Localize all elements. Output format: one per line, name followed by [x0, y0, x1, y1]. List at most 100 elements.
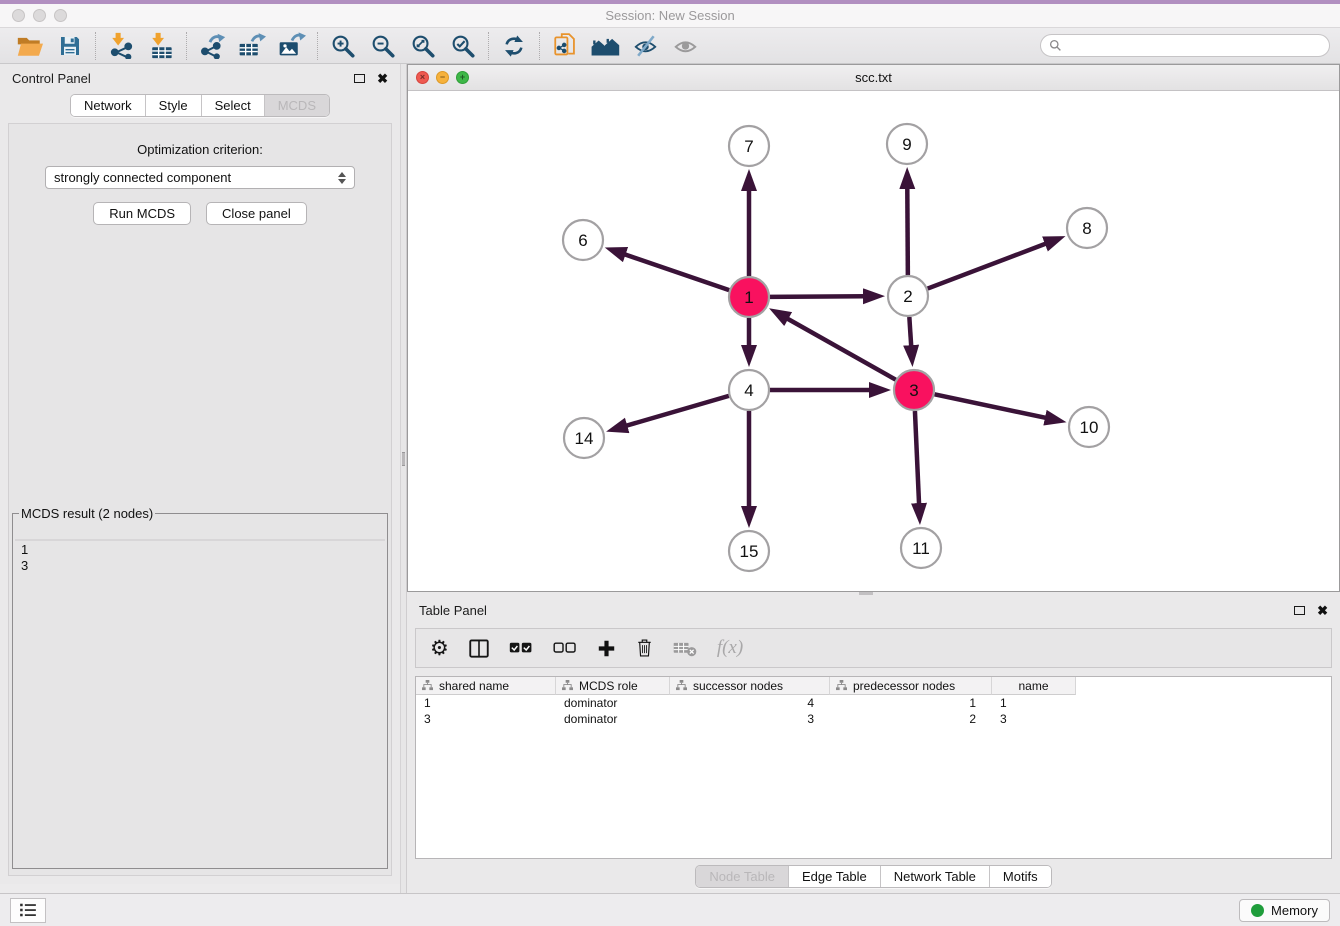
tab-mcds[interactable]: MCDS: [265, 95, 329, 116]
graph-node-8[interactable]: 8: [1067, 208, 1107, 248]
vertical-splitter[interactable]: [400, 64, 407, 893]
cell-predecessor-nodes[interactable]: 1: [830, 696, 992, 710]
search-field[interactable]: [1040, 34, 1330, 57]
column-header-shared-name[interactable]: shared name: [416, 677, 556, 695]
export-image-button[interactable]: [272, 30, 312, 62]
float-panel-icon[interactable]: [354, 74, 365, 83]
cell-mcds-role[interactable]: dominator: [556, 696, 670, 710]
graph-node-14[interactable]: 14: [564, 418, 604, 458]
graph-node-10[interactable]: 10: [1069, 407, 1109, 447]
minimize-network-button[interactable]: −: [436, 71, 449, 84]
column-header-name[interactable]: name: [992, 677, 1076, 695]
cell-mcds-role[interactable]: dominator: [556, 712, 670, 726]
cell-predecessor-nodes[interactable]: 2: [830, 712, 992, 726]
mcds-result-area[interactable]: 1 3: [15, 539, 385, 541]
table-row[interactable]: 3 dominator 3 2 3: [416, 711, 1331, 727]
graph-node-3[interactable]: 3: [894, 370, 934, 410]
import-network-button[interactable]: [101, 30, 141, 62]
network-window-controls[interactable]: × − +: [416, 71, 469, 84]
splitter-grip[interactable]: [402, 452, 405, 466]
graph-node-7[interactable]: 7: [729, 126, 769, 166]
cell-shared-name[interactable]: 1: [416, 696, 556, 710]
tab-select[interactable]: Select: [202, 95, 265, 116]
float-panel-icon[interactable]: [1294, 606, 1305, 615]
graph-edge[interactable]: [907, 187, 908, 275]
delete-columns-button[interactable]: [636, 638, 653, 658]
graph-edge[interactable]: [928, 243, 1047, 288]
cell-name[interactable]: 3: [992, 712, 1076, 726]
delete-table-button[interactable]: [673, 640, 697, 657]
hide-selected-button[interactable]: [625, 30, 665, 62]
function-builder-button[interactable]: f(x): [717, 637, 743, 659]
save-session-button[interactable]: [50, 30, 90, 62]
network-canvas[interactable]: 7 9 6 8 1 2 4 3 14 10 15 11: [408, 91, 1339, 591]
zoom-selected-button[interactable]: [443, 30, 483, 62]
select-all-columns-button[interactable]: [509, 642, 533, 654]
graph-edge[interactable]: [770, 296, 865, 297]
table-settings-button[interactable]: ⚙: [430, 638, 449, 659]
cell-successor-nodes[interactable]: 3: [670, 712, 830, 726]
export-network-button[interactable]: [192, 30, 232, 62]
zoom-fit-button[interactable]: [403, 30, 443, 62]
create-column-button[interactable]: [597, 639, 616, 658]
show-task-history-button[interactable]: [10, 898, 46, 923]
graph-node-2[interactable]: 2: [888, 276, 928, 316]
svg-text:3: 3: [909, 381, 918, 400]
tab-network-table[interactable]: Network Table: [881, 866, 990, 887]
close-window-button[interactable]: [12, 9, 25, 22]
graph-node-9[interactable]: 9: [887, 124, 927, 164]
cell-name[interactable]: 1: [992, 696, 1076, 710]
close-panel-icon[interactable]: ✖: [1317, 604, 1328, 617]
tab-edge-table[interactable]: Edge Table: [789, 866, 881, 887]
splitter-grip[interactable]: [859, 592, 873, 595]
graph-node-11[interactable]: 11: [901, 528, 941, 568]
open-session-button[interactable]: [10, 30, 50, 62]
graph-edge[interactable]: [624, 254, 729, 290]
show-all-networks-button[interactable]: [585, 30, 625, 62]
window-controls[interactable]: [12, 9, 67, 22]
horizontal-splitter[interactable]: [407, 592, 1340, 596]
toggle-column-display-button[interactable]: [469, 639, 489, 658]
tab-node-table[interactable]: Node Table: [696, 866, 789, 887]
minimize-window-button[interactable]: [33, 9, 46, 22]
criterion-dropdown[interactable]: strongly connected component: [45, 166, 355, 189]
memory-status-icon: [1251, 904, 1264, 917]
import-table-button[interactable]: [141, 30, 181, 62]
maximize-window-button[interactable]: [54, 9, 67, 22]
cell-shared-name[interactable]: 3: [416, 712, 556, 726]
export-network-icon: [199, 32, 226, 59]
close-panel-icon[interactable]: ✖: [377, 72, 388, 85]
graph-node-15[interactable]: 15: [729, 531, 769, 571]
search-input[interactable]: [1067, 39, 1321, 53]
network-graph[interactable]: 7 9 6 8 1 2 4 3 14 10 15 11: [408, 91, 1333, 591]
memory-button[interactable]: Memory: [1239, 899, 1330, 922]
table-row[interactable]: 1 dominator 4 1 1: [416, 695, 1331, 711]
tab-motifs[interactable]: Motifs: [990, 866, 1051, 887]
column-header-successor-nodes[interactable]: successor nodes: [670, 677, 830, 695]
run-mcds-button[interactable]: Run MCDS: [93, 202, 191, 225]
cell-successor-nodes[interactable]: 4: [670, 696, 830, 710]
export-table-button[interactable]: [232, 30, 272, 62]
graph-edge[interactable]: [625, 396, 729, 426]
refresh-button[interactable]: [494, 30, 534, 62]
graph-node-1[interactable]: 1: [729, 277, 769, 317]
show-hidden-button[interactable]: [665, 30, 705, 62]
zoom-out-button[interactable]: [363, 30, 403, 62]
tab-style[interactable]: Style: [146, 95, 202, 116]
zoom-in-button[interactable]: [323, 30, 363, 62]
graph-edge[interactable]: [935, 394, 1047, 418]
close-panel-button[interactable]: Close panel: [206, 202, 307, 225]
graph-edge[interactable]: [915, 411, 919, 505]
deselect-all-columns-button[interactable]: [553, 642, 577, 654]
graph-edge[interactable]: [786, 318, 895, 380]
maximize-network-button[interactable]: +: [456, 71, 469, 84]
graph-edge[interactable]: [909, 317, 911, 347]
tab-network[interactable]: Network: [71, 95, 146, 116]
close-network-button[interactable]: ×: [416, 71, 429, 84]
clone-network-button[interactable]: [545, 30, 585, 62]
column-header-mcds-role[interactable]: MCDS role: [556, 677, 670, 695]
graph-node-4[interactable]: 4: [729, 370, 769, 410]
column-header-predecessor-nodes[interactable]: predecessor nodes: [830, 677, 992, 695]
graph-node-6[interactable]: 6: [563, 220, 603, 260]
node-table[interactable]: shared name MCDS role successor nodes pr…: [415, 676, 1332, 859]
